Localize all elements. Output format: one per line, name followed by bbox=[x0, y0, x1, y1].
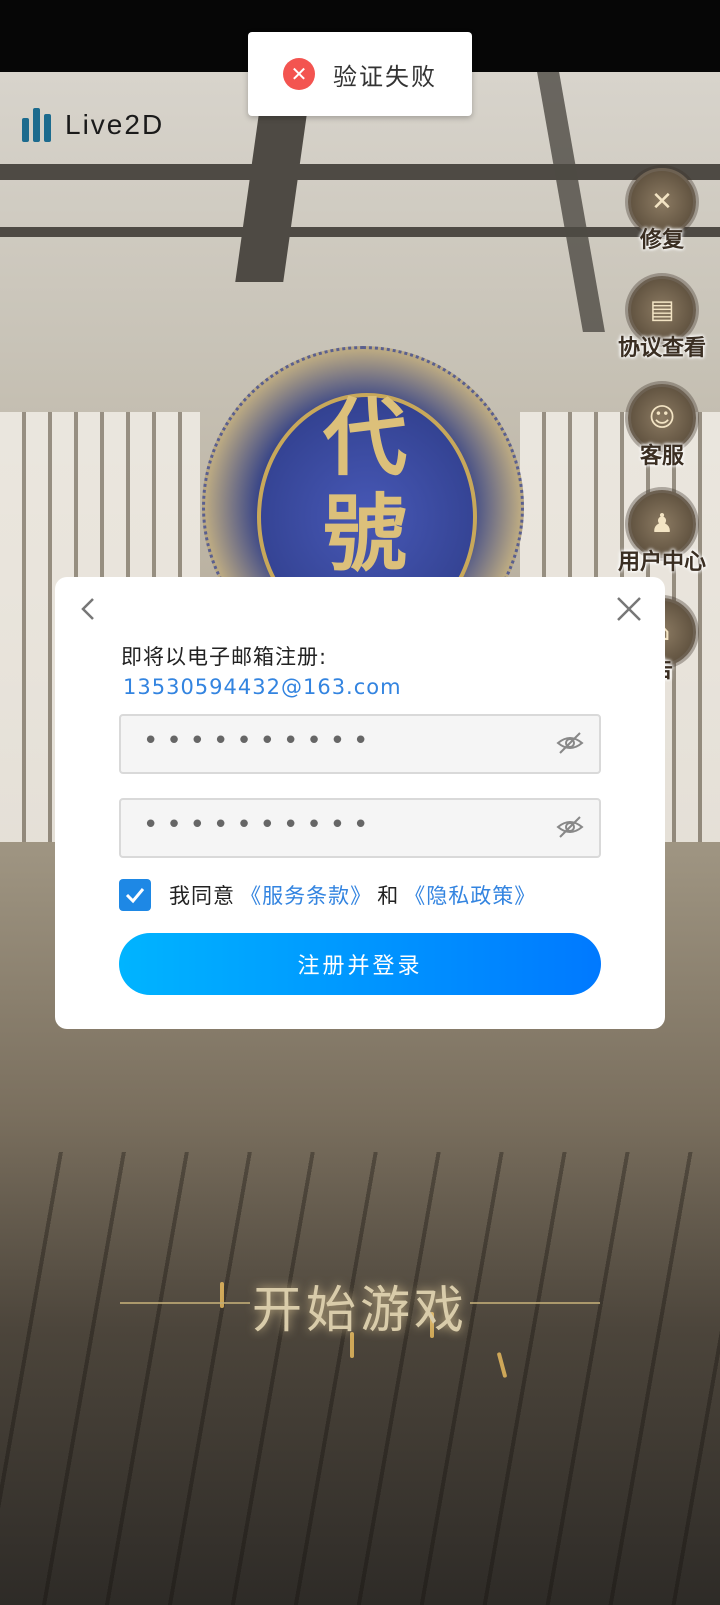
register-dialog: 即将以电子邮箱注册: 13530594432@163.com •••••••••… bbox=[55, 577, 665, 1029]
ceiling-beam bbox=[537, 72, 605, 332]
chevron-left-icon bbox=[81, 598, 94, 620]
floor bbox=[0, 1152, 720, 1605]
terms-link[interactable]: 《服务条款》 bbox=[240, 884, 372, 908]
side-item-user-center[interactable]: ♟ 用户中心 bbox=[614, 490, 710, 576]
toast-message: 验证失败 bbox=[333, 62, 437, 91]
and-text: 和 bbox=[377, 884, 400, 908]
privacy-link[interactable]: 《隐私政策》 bbox=[404, 884, 536, 908]
back-button[interactable] bbox=[71, 591, 107, 627]
register-intro-text: 即将以电子邮箱注册: bbox=[121, 645, 328, 669]
side-item-repair[interactable]: ✕ 修复 bbox=[614, 168, 710, 254]
close-icon bbox=[617, 597, 641, 621]
side-item-label: 客服 bbox=[639, 443, 684, 469]
ceiling-beam bbox=[0, 227, 720, 237]
side-item-agreement[interactable]: ▤ 协议查看 bbox=[614, 276, 710, 362]
start-game-button[interactable]: 开始游戏 bbox=[0, 1270, 720, 1342]
live2d-logo: Live2D bbox=[22, 108, 164, 142]
password-mask: •••••••••• bbox=[143, 810, 377, 840]
agree-prefix: 我同意 bbox=[169, 884, 235, 908]
side-item-label: 修复 bbox=[639, 227, 684, 253]
error-icon: ✕ bbox=[283, 58, 315, 90]
register-login-button[interactable]: 注册并登录 bbox=[119, 933, 601, 995]
side-item-customer-service[interactable]: ☺ 客服 bbox=[614, 384, 710, 470]
error-toast: ✕ 验证失败 bbox=[248, 32, 472, 116]
side-item-label: 用户中心 bbox=[617, 549, 706, 575]
eye-off-icon[interactable] bbox=[555, 728, 585, 758]
confirm-password-field[interactable]: •••••••••• bbox=[119, 798, 601, 858]
checkmark-icon bbox=[125, 888, 145, 904]
password-field[interactable]: •••••••••• bbox=[119, 714, 601, 774]
password-mask: •••••••••• bbox=[143, 726, 377, 756]
agreement-row: 我同意 《服务条款》 和 《隐私政策》 bbox=[119, 879, 536, 911]
ceiling-beam bbox=[0, 164, 720, 180]
close-button[interactable] bbox=[611, 591, 647, 627]
side-item-label: 协议查看 bbox=[617, 335, 706, 361]
email-address: 13530594432@163.com bbox=[123, 675, 402, 699]
agree-checkbox[interactable] bbox=[119, 879, 151, 911]
live2d-logo-text: Live2D bbox=[65, 109, 165, 140]
emblem-char: 號 bbox=[323, 484, 408, 583]
live2d-logo-icon bbox=[22, 108, 51, 142]
eye-off-icon[interactable] bbox=[555, 812, 585, 842]
